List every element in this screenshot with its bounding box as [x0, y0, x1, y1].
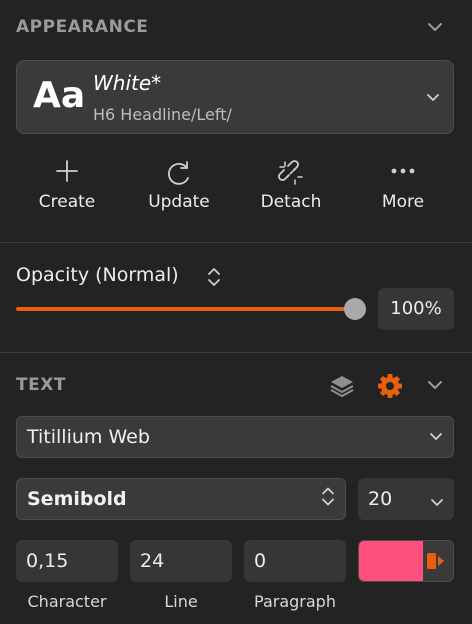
- chevron-down-icon: [429, 426, 443, 448]
- text-style-dropdown[interactable]: Aa White* H6 Headline/Left/: [16, 60, 454, 134]
- line-caption: Line: [164, 592, 198, 611]
- update-label: Update: [148, 192, 210, 212]
- chevron-down-icon: [425, 89, 441, 109]
- opacity-slider-track[interactable]: [16, 307, 356, 311]
- style-name: White*: [93, 71, 162, 95]
- plus-icon: [56, 160, 78, 182]
- style-preview: Aa: [33, 75, 86, 116]
- font-size-select[interactable]: 20: [358, 478, 454, 520]
- detach-link-icon: [278, 160, 303, 185]
- text-collapse-chevron-icon[interactable]: [426, 376, 444, 398]
- character-spacing-field[interactable]: 0,15: [16, 540, 118, 582]
- character-caption: Character: [27, 592, 107, 611]
- blend-mode-stepper-icon[interactable]: [206, 264, 222, 294]
- gear-icon[interactable]: [376, 372, 404, 404]
- paragraph-spacing-field[interactable]: 0: [244, 540, 346, 582]
- opacity-slider-thumb[interactable]: [344, 298, 366, 320]
- text-color-picker[interactable]: [358, 540, 454, 582]
- font-family-value: Titillium Web: [27, 426, 150, 448]
- divider: [0, 242, 472, 243]
- appearance-section-title: APPEARANCE: [16, 17, 149, 37]
- up-down-chevron-icon: [321, 486, 335, 513]
- detach-label: Detach: [260, 192, 322, 212]
- line-height-value: 24: [140, 550, 165, 572]
- style-path: H6 Headline/Left/: [93, 105, 232, 124]
- color-swatch: [359, 541, 423, 581]
- line-height-field[interactable]: 24: [130, 540, 232, 582]
- font-weight-value: Semibold: [27, 488, 127, 510]
- font-weight-select[interactable]: Semibold: [16, 478, 346, 520]
- more-dots-icon: [391, 168, 415, 174]
- text-section-title: TEXT: [16, 375, 66, 395]
- paragraph-caption: Paragraph: [254, 592, 336, 611]
- detach-button[interactable]: Detach: [246, 158, 336, 212]
- color-fill-icon: [425, 551, 447, 575]
- more-button[interactable]: More: [358, 158, 448, 212]
- font-family-select[interactable]: Titillium Web: [16, 416, 454, 458]
- opacity-label: Opacity (Normal): [16, 264, 179, 286]
- chevron-down-icon: [430, 492, 444, 514]
- opacity-value-field[interactable]: 100%: [378, 288, 454, 330]
- paragraph-spacing-value: 0: [254, 550, 267, 572]
- character-spacing-value: 0,15: [26, 550, 69, 572]
- create-button[interactable]: Create: [22, 158, 112, 212]
- layers-icon[interactable]: [328, 372, 356, 404]
- refresh-icon: [168, 161, 189, 185]
- create-label: Create: [38, 192, 96, 212]
- more-label: More: [381, 192, 425, 212]
- update-button[interactable]: Update: [134, 158, 224, 212]
- appearance-collapse-chevron-icon[interactable]: [426, 18, 444, 40]
- font-size-value: 20: [368, 488, 393, 510]
- divider: [0, 352, 472, 353]
